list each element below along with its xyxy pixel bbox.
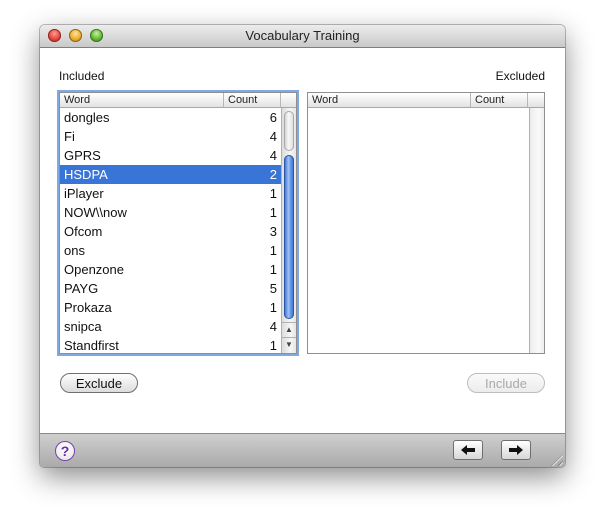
window-title: Vocabulary Training xyxy=(245,28,360,43)
table-row[interactable]: Fi 4 xyxy=(60,127,281,146)
table-row[interactable]: HSDPA 2 xyxy=(60,165,281,184)
row-word: GPRS xyxy=(64,148,101,163)
row-word: dongles xyxy=(64,110,110,125)
row-count: 4 xyxy=(269,129,277,144)
included-table-header: Word Count xyxy=(60,93,296,108)
table-row[interactable]: Ofcom 3 xyxy=(60,222,281,241)
vocabulary-training-window: Vocabulary Training Included Excluded Wo… xyxy=(40,25,565,467)
row-count: 1 xyxy=(269,205,277,220)
question-mark-icon[interactable]: ? xyxy=(55,441,75,461)
row-count: 6 xyxy=(269,110,277,125)
table-row[interactable]: Openzone 1 xyxy=(60,260,281,279)
row-word: Openzone xyxy=(64,262,124,277)
row-word: snipca xyxy=(64,319,102,334)
table-row[interactable]: PAYG 5 xyxy=(60,279,281,298)
table-row[interactable]: Prokaza 1 xyxy=(60,298,281,317)
included-word-column-header[interactable]: Word xyxy=(60,93,224,107)
chevron-down-icon[interactable]: ▼ xyxy=(282,337,296,352)
excluded-label: Excluded xyxy=(495,69,545,83)
table-row[interactable]: iPlayer 1 xyxy=(60,184,281,203)
row-word: Fi xyxy=(64,129,75,144)
exclude-button[interactable]: Exclude xyxy=(60,373,138,393)
title-bar[interactable]: Vocabulary Training xyxy=(40,25,565,48)
row-count: 1 xyxy=(269,338,277,353)
row-word: PAYG xyxy=(64,281,99,296)
row-count: 4 xyxy=(269,319,277,334)
scrollbar-track-upper[interactable] xyxy=(284,111,294,151)
table-row[interactable]: ons 1 xyxy=(60,241,281,260)
row-word: Ofcom xyxy=(64,224,103,239)
excluded-rows xyxy=(308,108,529,353)
row-word: Prokaza xyxy=(64,300,112,315)
row-word: ons xyxy=(64,243,85,258)
excluded-table[interactable]: Word Count xyxy=(307,92,545,354)
table-row[interactable]: dongles 6 xyxy=(60,108,281,127)
row-count: 4 xyxy=(269,148,277,163)
arrow-left-icon[interactable] xyxy=(453,440,483,460)
table-row[interactable]: GPRS 4 xyxy=(60,146,281,165)
arrow-right-icon[interactable] xyxy=(501,440,531,460)
include-button[interactable]: Include xyxy=(467,373,545,393)
row-word: NOW\\now xyxy=(64,205,127,220)
row-count: 1 xyxy=(269,262,277,277)
row-count: 1 xyxy=(269,186,277,201)
table-row[interactable]: NOW\\now 1 xyxy=(60,203,281,222)
header-corner xyxy=(281,93,296,107)
row-word: iPlayer xyxy=(64,186,104,201)
excluded-table-header: Word Count xyxy=(308,93,544,108)
resize-grip[interactable] xyxy=(551,454,563,466)
table-row[interactable]: snipca 4 xyxy=(60,317,281,336)
chevron-up-icon[interactable]: ▲ xyxy=(282,322,296,337)
row-count: 2 xyxy=(269,167,277,182)
header-corner xyxy=(529,93,544,107)
bottom-toolbar: ? xyxy=(40,433,565,467)
excluded-count-column-header[interactable]: Count xyxy=(471,93,528,107)
row-word: Standfirst xyxy=(64,338,119,353)
included-table[interactable]: Word Count dongles 6 Fi 4 GPRS 4 HSDPA 2 iPlayer… xyxy=(59,92,297,354)
table-row[interactable]: Standfirst 1 xyxy=(60,336,281,353)
row-count: 1 xyxy=(269,243,277,258)
scrollbar-thumb[interactable] xyxy=(284,155,294,319)
row-word: HSDPA xyxy=(64,167,108,182)
included-count-column-header[interactable]: Count xyxy=(224,93,281,107)
row-count: 1 xyxy=(269,300,277,315)
row-count: 5 xyxy=(269,281,277,296)
included-label: Included xyxy=(59,69,105,83)
row-count: 3 xyxy=(269,224,277,239)
included-rows: dongles 6 Fi 4 GPRS 4 HSDPA 2 iPlayer 1 NOW\\now 1 O… xyxy=(60,108,281,353)
excluded-word-column-header[interactable]: Word xyxy=(308,93,471,107)
included-scrollbar[interactable]: ▲ ▼ xyxy=(281,108,296,353)
excluded-scrollbar[interactable] xyxy=(529,108,544,353)
